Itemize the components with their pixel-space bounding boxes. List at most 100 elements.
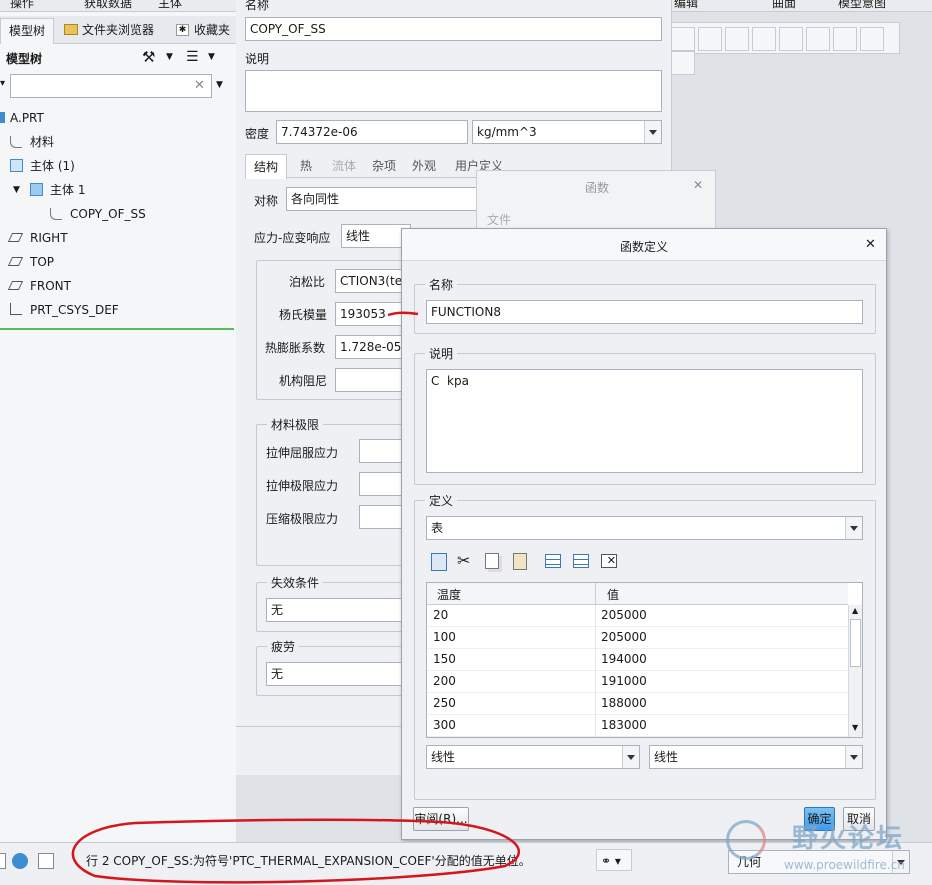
chevron-down-icon[interactable]: ▼ (166, 48, 173, 66)
globe-icon[interactable] (12, 853, 28, 869)
density-input[interactable]: 7.74372e-06 (276, 120, 468, 144)
material-limits-title: 材料极限 (267, 416, 324, 433)
ribbon-tab-body[interactable]: 主体 (158, 0, 182, 11)
interpolation-left-select[interactable]: 线性 (426, 745, 640, 769)
tab-misc[interactable]: 杂项 (367, 154, 401, 178)
folder-icon (64, 24, 78, 35)
tree-search-input[interactable] (10, 74, 212, 98)
ribbon-tab-edit[interactable]: 编辑 (674, 0, 698, 11)
tab-folder-browser[interactable]: 文件夹浏览器 (60, 18, 168, 44)
tab-favorites[interactable]: ✱ 收藏夹 (172, 18, 236, 44)
insert-row-above-icon[interactable] (545, 554, 561, 568)
panel-divider (0, 328, 234, 330)
column-header-value[interactable]: 值 (607, 586, 619, 603)
filter-toggle-icon[interactable] (779, 27, 803, 51)
review-button[interactable]: 审阅(R)... (413, 807, 469, 831)
ok-button[interactable]: 确定 (804, 807, 835, 831)
function-table: 温度 值 20 205000 100 205000 150 194000 200… (426, 582, 863, 738)
compressive-ultimate-input[interactable] (359, 505, 407, 529)
dimension-icon[interactable] (752, 27, 776, 51)
ribbon-tab-model-intent[interactable]: 模型意图 (838, 0, 886, 11)
table-row[interactable]: 300 183000 (427, 715, 848, 737)
ribbon-tab-operations[interactable]: 操作 (10, 0, 34, 11)
chevron-down-icon (644, 121, 661, 143)
selection-filter-select[interactable]: 几何 (728, 850, 910, 874)
function-description-input[interactable]: C kpa (426, 369, 863, 473)
damping-input[interactable] (335, 368, 405, 392)
file-menu[interactable]: 文件 (487, 211, 511, 228)
material-description-input[interactable] (245, 70, 662, 112)
interpolation-right-select[interactable]: 线性 (649, 745, 863, 769)
scroll-down-arrow-icon[interactable]: ▼ (852, 723, 858, 732)
tensile-yield-input[interactable] (359, 439, 407, 463)
tab-model-tree[interactable]: 模型树 (0, 18, 54, 44)
binoculars-icon[interactable]: ⚭ ▾ (596, 849, 632, 871)
paste-icon[interactable] (513, 553, 527, 570)
tab-thermal[interactable]: 热 (291, 154, 321, 178)
function-definition-dialog: 函数定义 ✕ 名称 FUNCTION8 说明 C kpa 定义 表 ✂ ✕ 温度… (401, 228, 887, 840)
name-group: 名称 FUNCTION8 (414, 276, 876, 334)
datum-plane-icon (7, 257, 24, 266)
tab-structural[interactable]: 结构 (245, 154, 287, 179)
failure-criteria-select[interactable]: 无 (266, 598, 407, 622)
measure-icon[interactable] (671, 27, 695, 51)
material-limits-group: 材料极限 拉伸屈服应力 拉伸极限应力 压缩极限应力 (256, 416, 407, 566)
column-header-temperature[interactable]: 温度 (437, 586, 461, 603)
tree-settings-icon[interactable]: ⚒ (142, 48, 160, 66)
delete-row-icon[interactable]: ✕ (601, 554, 617, 568)
close-icon[interactable]: ✕ (865, 237, 876, 252)
tensile-yield-label: 拉伸屈服应力 (266, 446, 339, 460)
material-name-input[interactable]: COPY_OF_SS (245, 17, 662, 41)
table-scrollbar[interactable]: ▲ ▼ (848, 605, 862, 737)
fatigue-select[interactable]: 无 (266, 662, 407, 686)
pause-icon[interactable] (860, 27, 884, 51)
cancel-button[interactable]: 取消 (843, 807, 875, 831)
ribbon-tab-get-data[interactable]: 获取数据 (84, 0, 132, 11)
scroll-thumb[interactable] (850, 619, 861, 667)
tensile-ultimate-input[interactable] (359, 472, 407, 496)
chevron-down-icon[interactable]: ▼ (208, 48, 215, 66)
chevron-down-icon[interactable]: ▼ (216, 80, 223, 90)
warning-icon[interactable] (833, 27, 857, 51)
table-row[interactable]: 20 205000 (427, 605, 848, 627)
left-panel: 模型树 文件夹浏览器 ✱ 收藏夹 模型树 ⚒ ▼ ☰ ▼ ▾ ✕ ▼ A.PRT… (0, 12, 236, 842)
table-row[interactable]: 200 191000 (427, 671, 848, 693)
exit-icon[interactable] (671, 51, 695, 75)
definition-type-select[interactable]: 表 (426, 516, 863, 540)
compressive-ultimate-label: 压缩极限应力 (266, 512, 339, 526)
poisson-input[interactable]: CTION3(te (335, 269, 405, 293)
scroll-up-arrow-icon[interactable]: ▲ (852, 606, 858, 615)
tab-appearance[interactable]: 外观 (407, 154, 441, 178)
table-row[interactable]: 100 205000 (427, 627, 848, 649)
expand-triangle-icon[interactable]: ▼ (13, 178, 20, 202)
thermal-expansion-input[interactable]: 1.728e-05 (335, 335, 405, 359)
filter-icon[interactable]: ▾ (0, 78, 5, 89)
window-icon[interactable] (38, 853, 54, 869)
symmetry-select[interactable]: 各向同性 (286, 187, 486, 211)
tab-fluid: 流体 (331, 159, 356, 173)
graph-icon[interactable] (806, 27, 830, 51)
tree-columns-icon[interactable]: ☰ (186, 48, 202, 66)
material-icon (50, 208, 62, 220)
chevron-down-icon (845, 746, 862, 768)
copy-icon[interactable] (485, 553, 499, 569)
constraint-icon[interactable] (725, 27, 749, 51)
chevron-down-icon (845, 517, 862, 539)
clear-search-icon[interactable]: ✕ (194, 78, 205, 93)
youngs-modulus-input[interactable]: 193053 (335, 302, 405, 326)
failure-criteria-title: 失效条件 (267, 574, 324, 591)
part-icon (0, 112, 5, 123)
density-label: 密度 (245, 127, 270, 141)
ribbon-tab-surface[interactable]: 曲面 (772, 0, 796, 11)
cut-icon[interactable]: ✂ (457, 551, 470, 570)
table-row[interactable]: 250 188000 (427, 693, 848, 715)
function-name-input[interactable]: FUNCTION8 (426, 300, 863, 324)
density-unit-select[interactable]: kg/mm^3 (472, 120, 662, 144)
insert-row-below-icon[interactable] (573, 554, 589, 568)
sketch-icon[interactable] (698, 27, 722, 51)
status-toggle-icon[interactable] (0, 853, 6, 869)
description-group-title: 说明 (425, 345, 458, 362)
table-row[interactable]: 150 194000 (427, 649, 848, 671)
import-table-icon[interactable] (431, 553, 447, 571)
close-icon[interactable]: ✕ (693, 178, 703, 192)
